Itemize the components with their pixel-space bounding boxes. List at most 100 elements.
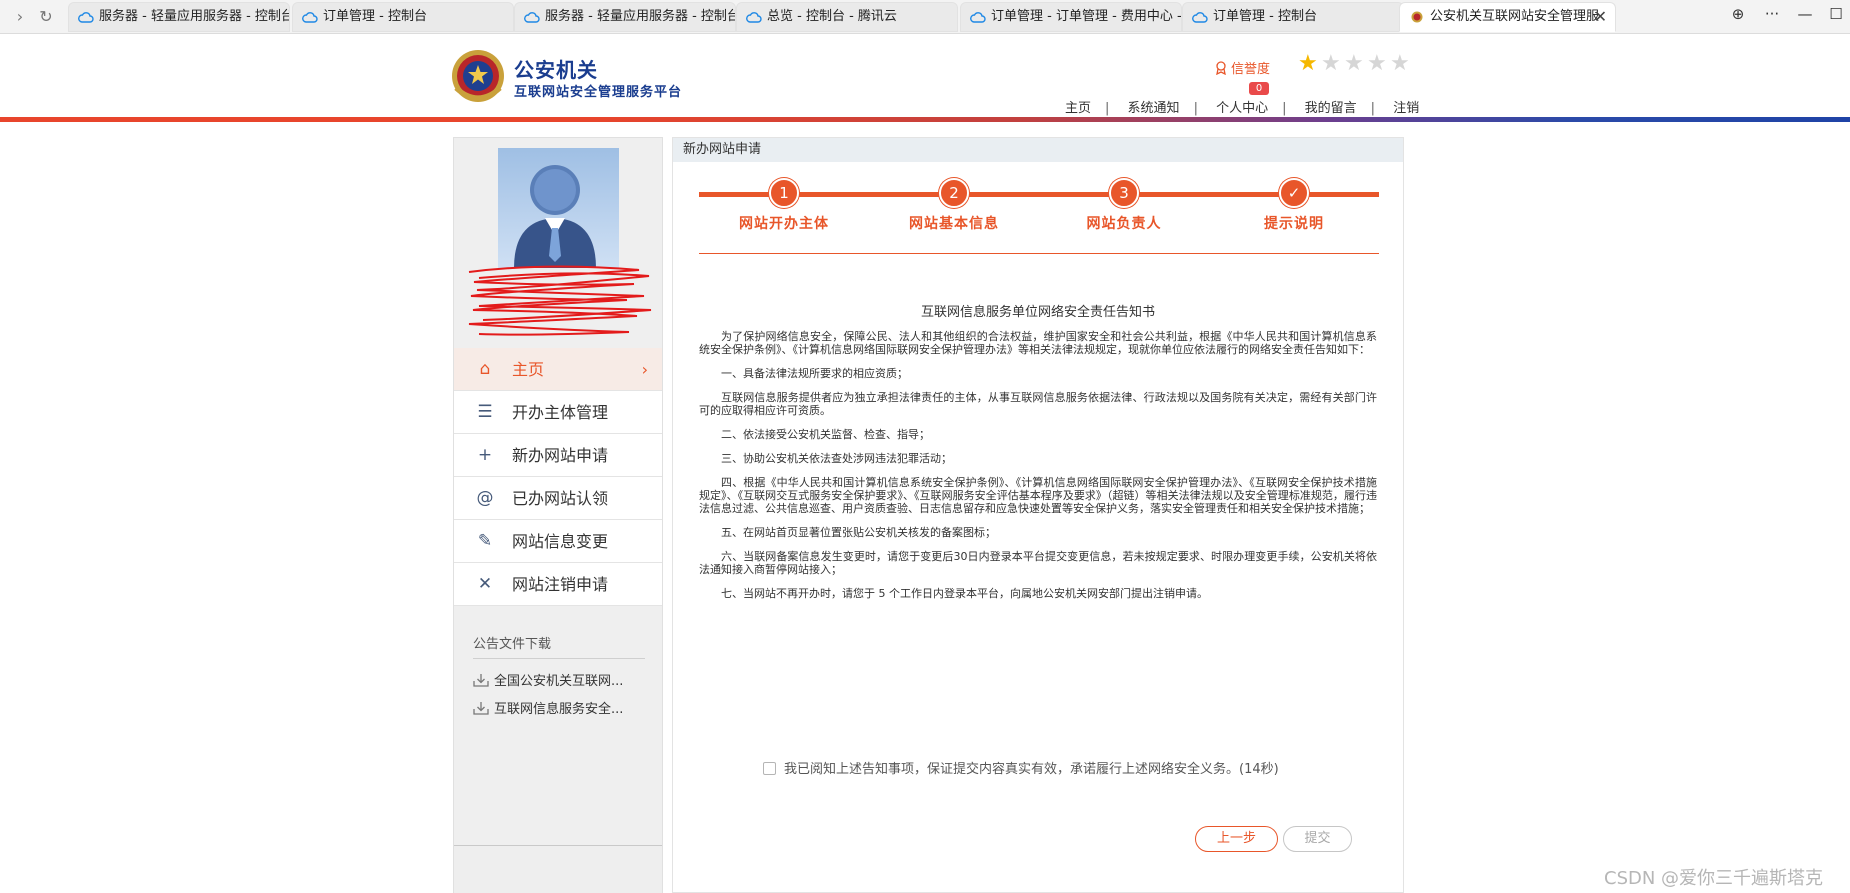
chevron-right-icon: › [641, 360, 648, 379]
nav-logout[interactable]: 注销 [1393, 101, 1419, 116]
notice-paragraph: 六、当联网备案信息发生变更时，请您于变更后30日内登录本平台提交变更信息，若未按… [699, 550, 1377, 576]
browser-tab[interactable]: 服务器 - 轻量应用服务器 - 控制台 [514, 2, 736, 32]
agree-checkbox[interactable] [763, 762, 776, 775]
submit-button[interactable]: 提交 [1283, 826, 1352, 852]
step-label: 网站负责人 [1086, 216, 1162, 232]
brand-title: 公安机关 [514, 58, 598, 82]
step-2: 2 网站基本信息 [884, 178, 1024, 233]
sidebar-item-label: 网站注销申请 [512, 575, 609, 594]
sidebar-item-label: 开办主体管理 [512, 403, 609, 422]
notice-paragraph: 五、在网站首页显著位置张贴公安机关核发的备案图标； [721, 526, 996, 539]
message-badge: 0 [1249, 82, 1269, 95]
sidebar-item-3[interactable]: + 新办网站申请 [454, 434, 662, 477]
list-icon: ☰ [477, 402, 493, 422]
browser-tab-title: 总览 - 控制台 - 腾讯云 [767, 9, 897, 24]
main-panel: 新办网站申请 1 网站开办主体 2 网站基本信息 3 网站负责人 ✓ 提示说明 … [672, 137, 1404, 893]
browser-tab[interactable]: 订单管理 - 控制台 [1182, 2, 1404, 32]
step-number: 3 [1109, 178, 1139, 208]
agree-text: 我已阅知上述告知事项，保证提交内容真实有效，承诺履行上述网络安全义务。(14秒) [784, 762, 1279, 777]
sidebar-item-5[interactable]: ✎ 网站信息变更 [454, 520, 662, 563]
refresh-icon[interactable]: ↻ [36, 7, 56, 27]
sidebar-footer [454, 845, 662, 893]
medal-icon [1216, 61, 1226, 75]
police-emblem-icon [452, 50, 504, 102]
sidebar-item-4[interactable]: @ 已办网站认领 [454, 477, 662, 520]
download-icon [473, 674, 489, 687]
progress-steps: 1 网站开办主体 2 网站基本信息 3 网站负责人 ✓ 提示说明 [699, 178, 1379, 238]
notice-paragraph: 三、协助公安机关依法查处涉网违法犯罪活动； [721, 452, 952, 465]
close-tab-icon[interactable]: ✕ [1594, 3, 1607, 31]
cloud-icon [970, 12, 986, 23]
forward-icon[interactable]: › [10, 7, 30, 27]
prev-step-button[interactable]: 上一步 [1195, 826, 1278, 852]
site-header: 公安机关 互联网站安全管理服务平台 信誉度 ★ ★ ★ ★ ★ 0 主页 | 系统通知 | … [0, 34, 1850, 118]
sidebar-item-1[interactable]: ⌂ 主页 › [454, 348, 662, 391]
download-link-label: 全国公安机关互联网... [494, 674, 624, 689]
star-empty-icon: ★ [1367, 51, 1387, 76]
browser-tab-title: 公安机关互联网站安全管理服 [1430, 9, 1600, 24]
browser-tab-title: 服务器 - 轻量应用服务器 - 控制台 [99, 9, 290, 24]
notice-paragraph: 七、当网站不再开办时，请您于 5 个工作日内登录本平台，向属地公安机关网安部门提… [721, 587, 1208, 600]
download-link-label: 互联网信息服务安全... [494, 702, 624, 717]
plus-icon: + [477, 445, 493, 465]
browser-tab[interactable]: 公安机关互联网站安全管理服 ✕ [1399, 2, 1616, 32]
step-4: ✓ 提示说明 [1224, 178, 1364, 233]
sidebar: ⌂ 主页 › ☰ 开办主体管理 + 新办网站申请 @ 已办网站认领 ✎ 网站信息变更 ✕ 网站注销申请 … [453, 137, 663, 893]
step-1: 1 网站开办主体 [714, 178, 854, 233]
sidebar-item-label: 新办网站申请 [512, 446, 609, 465]
step-number: 1 [769, 178, 799, 208]
notice-paragraph: 互联网信息服务提供者应为独立承担法律责任的主体，从事互联网信息服务依据法律、行政… [699, 391, 1377, 417]
browser-tab-title: 服务器 - 轻量应用服务器 - 控制台 [545, 9, 736, 24]
rating-stars: ★ ★ ★ ★ ★ [1298, 53, 1413, 75]
police-favicon-icon [1411, 11, 1423, 23]
notice-paragraph: 二、依法接受公安机关监督、检查、指导； [721, 428, 930, 441]
cloud-icon [1192, 12, 1208, 23]
downloads-title: 公告文件下载 [473, 633, 645, 659]
notice-paragraph: 四、根据《中华人民共和国计算机信息系统安全保护条例》、《计算机信息网络国际联网安… [699, 476, 1377, 515]
minimize-icon[interactable]: — [1794, 5, 1816, 23]
step-3: 3 网站负责人 [1054, 178, 1194, 233]
notice-title: 互联网信息服务单位网络安全责任告知书 [920, 305, 1155, 320]
download-link-1[interactable]: 全国公安机关互联网... [473, 670, 623, 689]
sidebar-item-label: 主页 [512, 360, 545, 379]
edit-icon: ✎ [477, 531, 493, 551]
watermark: CSDN @爱你三千遍斯塔克 [1604, 868, 1824, 889]
sidebar-item-2[interactable]: ☰ 开办主体管理 [454, 391, 662, 434]
sidebar-item-6[interactable]: ✕ 网站注销申请 [454, 563, 662, 606]
sidebar-menu: ⌂ 主页 › ☰ 开办主体管理 + 新办网站申请 @ 已办网站认领 ✎ 网站信息变更 ✕ 网站注销申请 [454, 348, 662, 606]
step-label: 网站开办主体 [739, 216, 829, 232]
notice-body: 为了保护网络信息安全，保障公民、法人和其他组织的合法权益，维护国家安全和社会公共… [699, 330, 1377, 611]
cloud-icon [746, 12, 762, 23]
step-label: 网站基本信息 [909, 216, 999, 232]
star-empty-icon: ★ [1321, 51, 1341, 76]
more-icon[interactable]: ··· [1761, 5, 1783, 23]
download-link-2[interactable]: 互联网信息服务安全... [473, 698, 623, 717]
globe-icon[interactable]: ⊕ [1727, 5, 1749, 23]
maximize-icon[interactable]: ☐ [1825, 5, 1847, 23]
cloud-icon [524, 12, 540, 23]
header-divider [0, 117, 1850, 122]
nav-system-notice[interactable]: 系统通知 [1128, 101, 1180, 116]
browser-tab-title: 订单管理 - 控制台 [323, 9, 427, 24]
cloud-icon [78, 12, 94, 23]
sidebar-item-label: 已办网站认领 [512, 489, 609, 508]
nav-my-messages[interactable]: 我的留言 [1305, 101, 1357, 116]
close-icon: ✕ [477, 574, 493, 594]
browser-tab-title: 订单管理 - 订单管理 - 费用中心 - [991, 9, 1182, 24]
top-nav: 主页 | 系统通知 | 个人中心 | 我的留言 | 注销 [1065, 101, 1420, 116]
download-icon [473, 702, 489, 715]
star-empty-icon: ★ [1390, 51, 1410, 76]
step-number: 2 [939, 178, 969, 208]
notice-paragraph: 一、具备法律法规所要求的相应资质； [721, 367, 908, 380]
agree-row[interactable]: 我已阅知上述告知事项，保证提交内容真实有效，承诺履行上述网络安全义务。(14秒) [763, 758, 1279, 777]
star-empty-icon: ★ [1344, 51, 1364, 76]
browser-tab[interactable]: 总览 - 控制台 - 腾讯云 [736, 2, 958, 32]
browser-tab[interactable]: 订单管理 - 控制台 [292, 2, 514, 32]
browser-tab[interactable]: 订单管理 - 订单管理 - 费用中心 - [960, 2, 1182, 32]
cloud-icon [302, 12, 318, 23]
browser-tab[interactable]: 服务器 - 轻量应用服务器 - 控制台 [68, 2, 290, 32]
nav-home[interactable]: 主页 [1065, 101, 1091, 116]
notice-paragraph: 为了保护网络信息安全，保障公民、法人和其他组织的合法权益，维护国家安全和社会公共… [699, 330, 1377, 356]
nav-personal-center[interactable]: 个人中心 [1216, 101, 1268, 116]
at-icon: @ [476, 488, 494, 508]
